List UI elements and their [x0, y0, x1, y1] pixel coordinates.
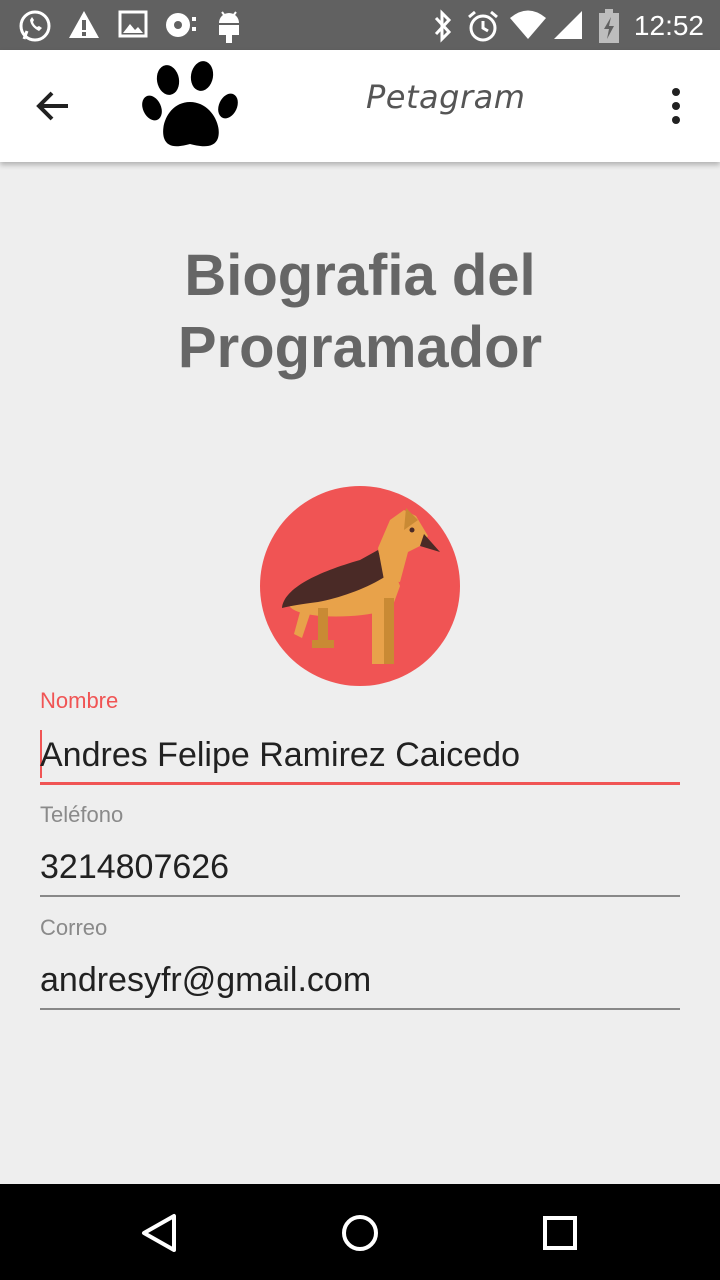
telefono-underline	[40, 895, 680, 897]
paw-icon	[142, 61, 238, 147]
nombre-field-container: Nombre Andres Felipe Ramirez Caicedo	[40, 688, 680, 788]
nav-home-icon[interactable]	[335, 1208, 385, 1258]
correo-label: Correo	[40, 915, 108, 940]
nombre-input[interactable]: Andres Felipe Ramirez Caicedo	[40, 736, 520, 775]
navigation-bar	[0, 1184, 720, 1280]
arrow-back-icon[interactable]	[30, 84, 82, 128]
nombre-underline	[40, 782, 680, 785]
telefono-field-container: Teléfono 3214807626	[40, 802, 680, 902]
status-time: 12:52	[633, 10, 704, 41]
battery-charging-icon	[599, 9, 619, 43]
wifi-icon	[510, 10, 546, 39]
telefono-label: Teléfono	[40, 802, 124, 827]
dog-icon	[260, 486, 460, 686]
nombre-label: Nombre	[40, 688, 119, 713]
correo-underline	[40, 1008, 680, 1010]
nav-recents-icon[interactable]	[535, 1208, 585, 1258]
status-bar: 12:52	[0, 0, 720, 50]
page-title-line2: Programador	[177, 315, 543, 380]
alarm-icon	[468, 10, 498, 42]
media-icon	[166, 13, 196, 37]
more-vert-icon[interactable]	[660, 84, 692, 128]
nav-back-icon[interactable]	[134, 1208, 184, 1258]
correo-input[interactable]: andresyfr@gmail.com	[40, 961, 371, 1000]
bluetooth-icon	[434, 9, 452, 43]
android-icon	[219, 11, 239, 43]
app-title: Petagram	[366, 78, 526, 116]
page-title-line1: Biografia del	[184, 243, 536, 308]
signal-icon	[554, 11, 582, 39]
whatsapp-icon	[19, 10, 51, 42]
warning-icon	[69, 11, 99, 38]
correo-field-container: Correo andresyfr@gmail.com	[40, 915, 680, 1015]
page-title: Biografia del Programador	[0, 240, 720, 384]
app-bar: Petagram	[0, 50, 720, 162]
telefono-input[interactable]: 3214807626	[40, 848, 229, 887]
image-icon	[118, 10, 148, 38]
